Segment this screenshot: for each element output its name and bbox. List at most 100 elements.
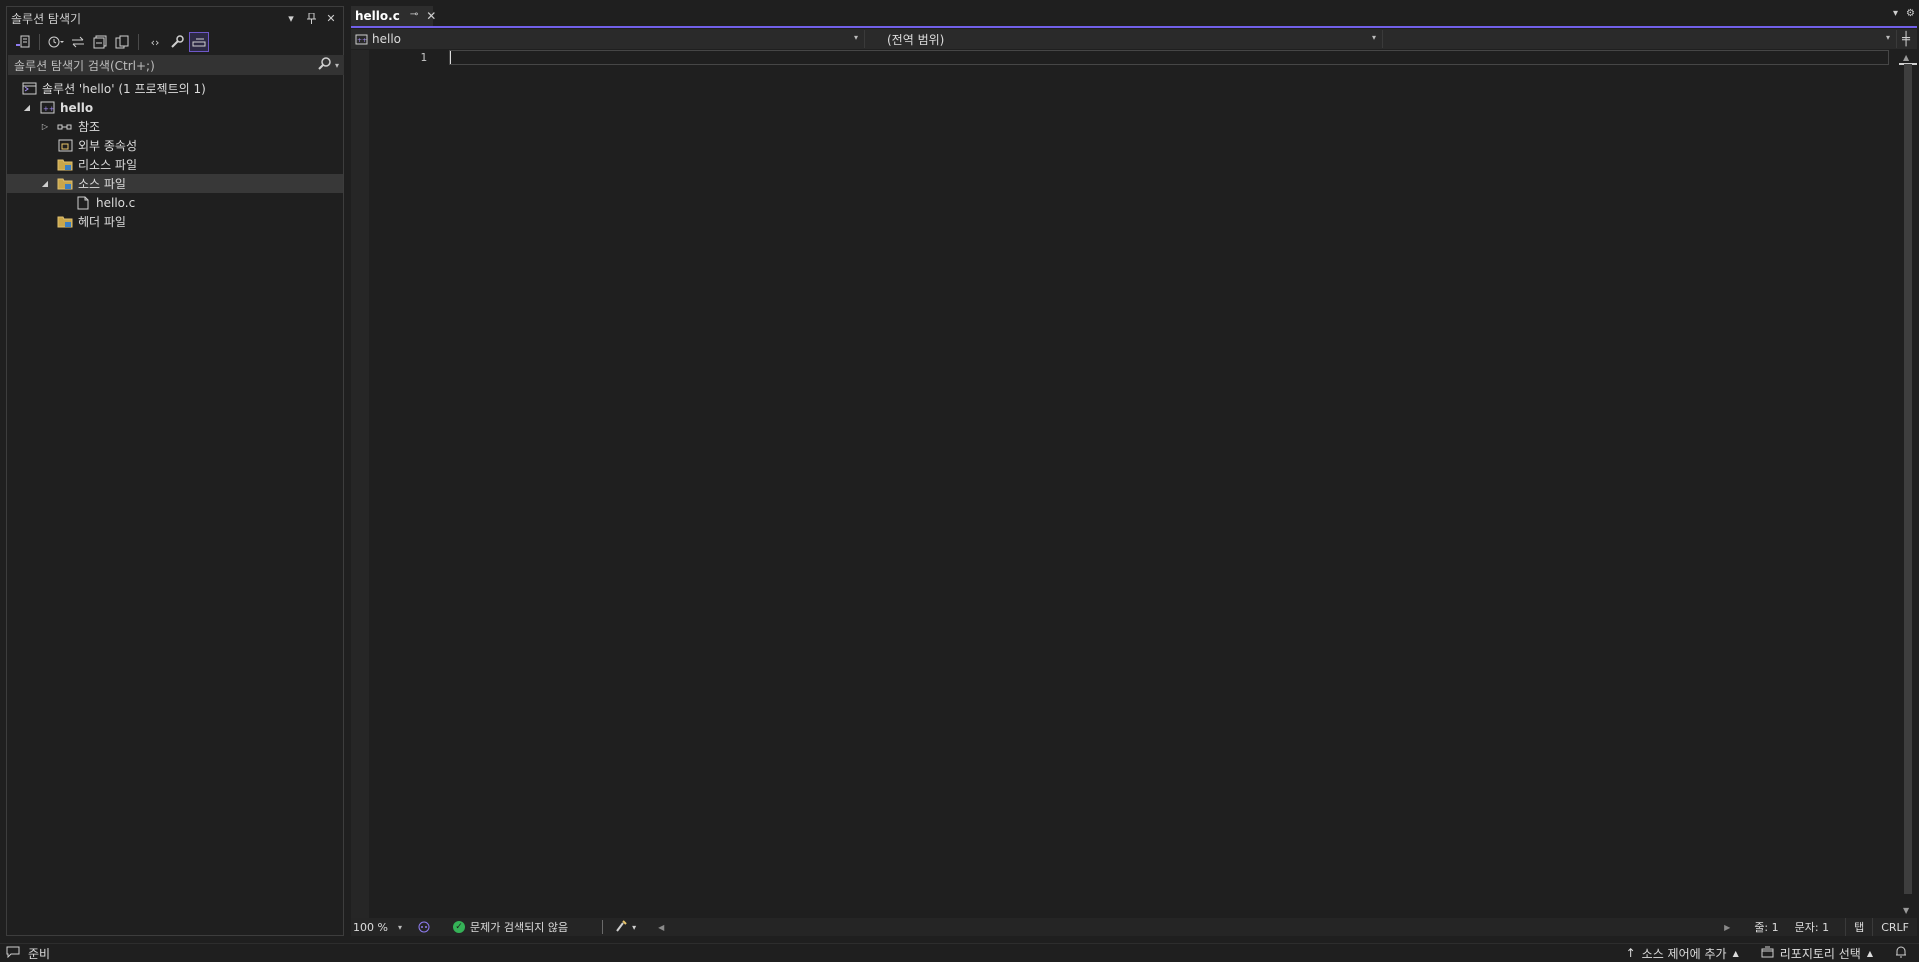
tree-node-external-deps[interactable]: 외부 종속성 xyxy=(7,136,343,155)
external-dependencies-icon xyxy=(57,139,73,153)
project-dropdown-value: hello xyxy=(372,32,401,46)
cpp-project-icon: ++ xyxy=(39,101,55,115)
indent-mode[interactable]: 탭 xyxy=(1845,918,1872,936)
tree-node-project[interactable]: ◢ ++ hello xyxy=(7,98,343,117)
sync-with-document-icon[interactable] xyxy=(68,32,88,52)
pin-icon[interactable] xyxy=(303,10,319,26)
project-dropdown[interactable]: ++ hello ▾ xyxy=(351,30,865,48)
chevron-down-icon: ▾ xyxy=(632,922,637,932)
scope-dropdown-value: (전역 범위) xyxy=(887,32,945,47)
references-label: 참조 xyxy=(78,120,101,134)
indicator-margin[interactable] xyxy=(351,50,369,918)
project-label: hello xyxy=(60,100,94,115)
resource-files-label: 리소스 파일 xyxy=(78,158,138,172)
code-editor[interactable]: 1 xyxy=(351,50,1899,918)
issues-text: 문제가 검색되지 않음 xyxy=(470,921,569,934)
scroll-right-arrow-icon[interactable]: ▶ xyxy=(1724,923,1730,932)
tree-node-solution[interactable]: 솔루션 'hello' (1 프로젝트의 1) xyxy=(7,79,343,98)
references-icon xyxy=(57,120,73,134)
line-numbers: 1 xyxy=(420,51,427,64)
check-circle-icon: ✓ xyxy=(453,921,465,933)
tab-list-dropdown-icon[interactable]: ▾ xyxy=(1893,8,1898,19)
filter-folder-icon xyxy=(57,177,73,191)
project-icon: ++ xyxy=(355,34,368,45)
hello-c-label: hello.c xyxy=(96,195,136,210)
solution-explorer-panel: 솔루션 탐색기 ▾ ✕ ‹› 솔루션 탐색기 검색(Ctrl+;) ▾ 솔루션 … xyxy=(6,6,344,936)
toolbar-separator xyxy=(39,34,40,50)
filter-folder-icon xyxy=(57,215,73,229)
editor-info-bar: 100 % ▾ ✓ 문제가 검색되지 않음 ▾ ◀ ▶ 줄: 1 문자: 1 탭… xyxy=(351,918,1917,936)
collapse-all-icon[interactable] xyxy=(90,32,110,52)
notifications-bell-icon[interactable] xyxy=(1895,945,1907,961)
search-placeholder: 솔루션 탐색기 검색(Ctrl+;) xyxy=(14,58,155,73)
close-icon[interactable]: ✕ xyxy=(323,10,339,26)
vertical-scrollbar[interactable]: ▲ ▼ xyxy=(1899,50,1917,918)
zoom-dropdown[interactable]: 100 % ▾ xyxy=(351,921,411,934)
svg-text:++: ++ xyxy=(43,105,55,113)
text-caret xyxy=(450,51,451,64)
line-ending[interactable]: CRLF xyxy=(1872,918,1917,936)
view-code-icon[interactable]: ‹› xyxy=(145,32,165,52)
switch-views-icon[interactable] xyxy=(13,32,33,52)
chevron-up-icon: ▲ xyxy=(1732,948,1739,958)
properties-wrench-icon[interactable] xyxy=(167,32,187,52)
tab-close-icon[interactable]: ✕ xyxy=(426,9,436,23)
member-dropdown[interactable]: ▾ xyxy=(1383,30,1897,48)
split-window-icon[interactable]: ╪ xyxy=(1897,32,1915,47)
c-file-icon xyxy=(75,196,91,210)
search-icon[interactable] xyxy=(318,57,331,73)
filter-folder-icon xyxy=(57,158,73,172)
preview-selected-items-icon[interactable] xyxy=(189,32,209,52)
tree-node-source-files[interactable]: ◢ 소스 파일 xyxy=(7,174,343,193)
repository-icon xyxy=(1761,946,1774,961)
separator xyxy=(602,920,604,934)
tab-hello-c[interactable]: hello.c ⊸ ✕ xyxy=(351,6,436,26)
collapsed-arrow-icon[interactable]: ▷ xyxy=(39,121,51,133)
expanded-arrow-icon[interactable]: ◢ xyxy=(21,102,33,114)
scroll-up-arrow-icon[interactable]: ▲ xyxy=(1903,53,1909,62)
external-deps-label: 외부 종속성 xyxy=(78,139,138,153)
source-files-label: 소스 파일 xyxy=(78,177,126,191)
status-bar: 준비 ↑ 소스 제어에 추가 ▲ 리포지토리 선택 ▲ xyxy=(0,943,1919,962)
header-files-label: 헤더 파일 xyxy=(78,215,126,229)
output-message-icon[interactable] xyxy=(6,946,20,961)
tab-label: hello.c xyxy=(355,9,400,23)
scrollbar-thumb[interactable] xyxy=(1904,64,1912,894)
copilot-icon[interactable] xyxy=(417,920,431,934)
issues-indicator[interactable]: ✓ 문제가 검색되지 않음 xyxy=(453,919,568,935)
settings-gear-icon[interactable]: ⚙ xyxy=(1906,8,1915,19)
search-options-dropdown-icon[interactable]: ▾ xyxy=(335,61,339,70)
solution-icon xyxy=(21,82,37,96)
scroll-left-arrow-icon[interactable]: ◀ xyxy=(658,923,664,932)
line-position: 줄: 1 xyxy=(1754,921,1779,934)
code-cleanup-button[interactable]: ▾ xyxy=(615,919,637,935)
brush-icon xyxy=(615,919,628,935)
chevron-down-icon: ▾ xyxy=(853,33,858,42)
solution-tree: 솔루션 'hello' (1 프로젝트의 1) ◢ ++ hello ▷ 참조 … xyxy=(7,79,343,231)
select-repository-button[interactable]: 리포지토리 선택 ▲ xyxy=(1761,945,1873,962)
pending-changes-filter-icon[interactable] xyxy=(46,32,66,52)
scroll-down-arrow-icon[interactable]: ▼ xyxy=(1903,906,1909,915)
solution-explorer-title: 솔루션 탐색기 xyxy=(11,11,82,26)
add-to-source-control-button[interactable]: ↑ 소스 제어에 추가 ▲ xyxy=(1626,945,1739,962)
zoom-value: 100 % xyxy=(353,920,388,934)
current-line-highlight xyxy=(449,50,1889,65)
chevron-down-icon: ▾ xyxy=(1885,33,1890,42)
add-source-control-label: 소스 제어에 추가 xyxy=(1641,946,1727,961)
tree-node-header-files[interactable]: 헤더 파일 xyxy=(7,212,343,231)
solution-label: 솔루션 'hello' (1 프로젝트의 1) xyxy=(42,82,206,96)
expanded-arrow-icon[interactable]: ◢ xyxy=(39,178,51,190)
editor-navigation-bar: ++ hello ▾ (전역 범위) ▾ ▾ ╪ xyxy=(351,29,1917,49)
window-position-dropdown-icon[interactable]: ▾ xyxy=(283,10,299,26)
solution-explorer-toolbar: ‹› xyxy=(7,29,343,55)
scope-dropdown[interactable]: (전역 범위) ▾ xyxy=(865,30,1383,48)
tree-node-hello-c[interactable]: hello.c xyxy=(7,193,343,212)
tree-node-resource-files[interactable]: 리소스 파일 xyxy=(7,155,343,174)
solution-explorer-search-input[interactable]: 솔루션 탐색기 검색(Ctrl+;) ▾ xyxy=(8,55,344,75)
show-all-files-icon[interactable] xyxy=(112,32,132,52)
toolbar-separator xyxy=(138,34,139,50)
tree-node-references[interactable]: ▷ 참조 xyxy=(7,117,343,136)
tab-pin-icon[interactable]: ⊸ xyxy=(410,9,418,23)
select-repo-label: 리포지토리 선택 xyxy=(1779,946,1861,961)
chevron-down-icon: ▾ xyxy=(1371,33,1376,42)
